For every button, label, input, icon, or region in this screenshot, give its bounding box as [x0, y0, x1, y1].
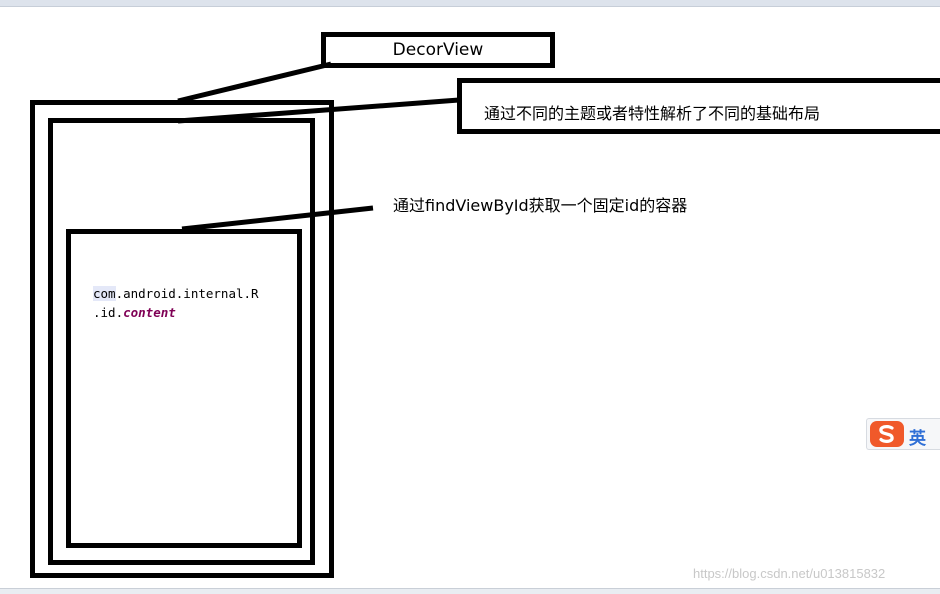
sogou-s-icon	[870, 421, 904, 447]
ime-mode-label[interactable]: 英	[909, 424, 926, 449]
connector-lines	[177, 61, 460, 232]
ime-status-badge[interactable]: 英	[866, 418, 940, 450]
decorview-connector	[177, 61, 332, 104]
findview-connector	[181, 205, 374, 232]
blog-watermark: https://blog.csdn.net/u013815832	[693, 566, 886, 581]
bottom-border	[0, 588, 940, 594]
theme-note-connector	[177, 97, 460, 124]
